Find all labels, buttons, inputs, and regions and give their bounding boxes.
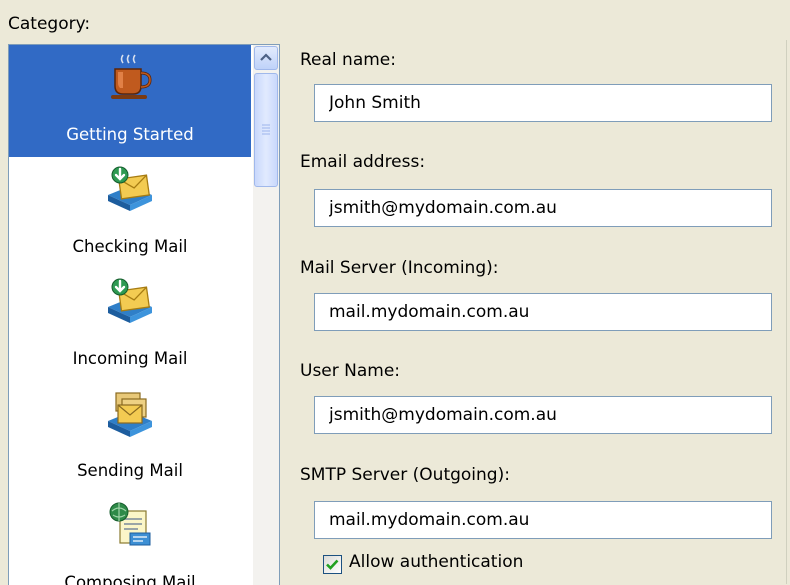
email-address-label: Email address: <box>300 152 426 172</box>
category-item-incoming-mail[interactable]: Incoming Mail <box>9 269 251 381</box>
category-item-label: Composing Mail <box>64 573 196 585</box>
allow-authentication-checkbox[interactable] <box>323 555 342 574</box>
category-item-label: Getting Started <box>66 125 194 144</box>
compose-mail-icon <box>109 502 151 546</box>
checkmark-icon <box>326 559 339 570</box>
real-name-input[interactable] <box>314 84 772 122</box>
coffee-cup-icon <box>111 54 152 99</box>
mail-download-icon <box>108 278 152 323</box>
allow-authentication-label[interactable]: Allow authentication <box>349 552 523 572</box>
mail-send-icon <box>108 392 152 437</box>
real-name-label: Real name: <box>300 50 396 70</box>
incoming-server-label: Mail Server (Incoming): <box>300 258 499 278</box>
category-list[interactable]: Getting Started Checking Mail Incoming M… <box>8 44 280 585</box>
category-item-getting-started[interactable]: Getting Started <box>9 45 251 157</box>
grip-icon <box>262 124 270 135</box>
category-item-checking-mail[interactable]: Checking Mail <box>9 157 251 269</box>
category-label: Category: <box>8 14 91 34</box>
user-name-label: User Name: <box>300 361 401 381</box>
category-item-sending-mail[interactable]: Sending Mail <box>9 381 251 493</box>
chevron-up-icon <box>260 53 272 61</box>
smtp-server-input[interactable] <box>314 501 772 539</box>
smtp-server-label: SMTP Server (Outgoing): <box>300 465 510 485</box>
mail-download-icon <box>108 166 152 211</box>
scroll-up-button[interactable] <box>254 46 278 70</box>
category-item-composing-mail[interactable]: Composing Mail <box>9 493 251 585</box>
incoming-server-input[interactable] <box>314 293 772 331</box>
category-item-label: Incoming Mail <box>72 349 188 368</box>
category-item-label: Sending Mail <box>77 461 183 480</box>
category-item-label: Checking Mail <box>72 237 188 256</box>
email-address-input[interactable] <box>314 189 772 227</box>
category-scrollbar[interactable] <box>253 45 279 585</box>
panel-divider <box>786 40 787 584</box>
user-name-input[interactable] <box>314 396 772 434</box>
scroll-thumb[interactable] <box>254 73 278 187</box>
